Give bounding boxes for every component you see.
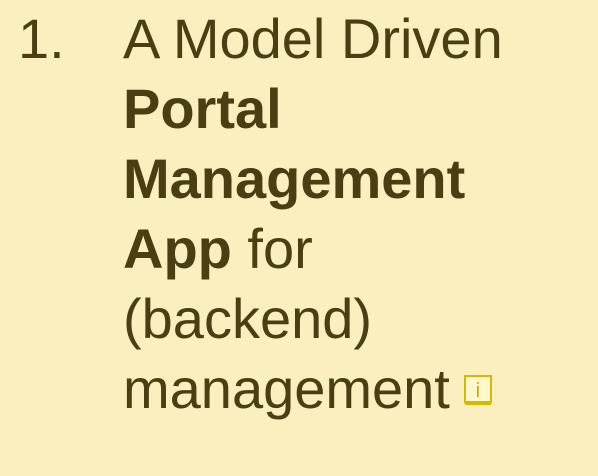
slide-canvas: 1. A Model Driven Portal Management App …: [0, 0, 598, 476]
portal-label: Portal: [123, 77, 282, 140]
list-item-text: A Model Driven Portal Management App for…: [123, 4, 593, 424]
list-number: 1.: [18, 7, 65, 70]
for-text: for: [231, 217, 313, 280]
line-5: (backend): [123, 287, 373, 350]
line-1: A Model Driven: [123, 7, 503, 70]
management-label: Management: [123, 147, 466, 210]
management-text: management: [123, 357, 450, 420]
line-6: management i: [123, 354, 593, 424]
line-4: App for: [123, 214, 593, 284]
app-label: App: [123, 217, 232, 280]
info-icon[interactable]: i: [463, 375, 492, 404]
